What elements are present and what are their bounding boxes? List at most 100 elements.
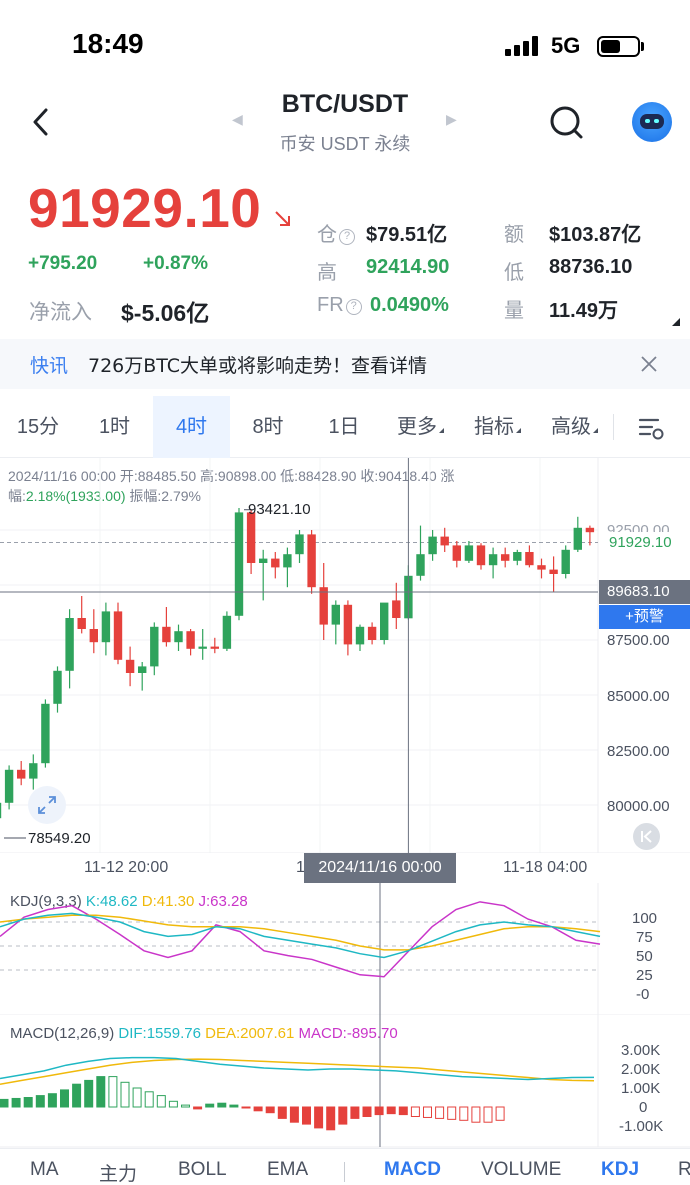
macd-histogram-bar (350, 1106, 360, 1119)
candle-body (561, 549, 570, 574)
candle-body (307, 534, 316, 588)
macd-histogram-bar (289, 1106, 299, 1123)
tab-more[interactable]: 更多 (382, 396, 459, 458)
macd-histogram-bar (471, 1106, 481, 1123)
macd-histogram-bar (168, 1100, 178, 1108)
expand-corner-icon[interactable] (672, 318, 680, 326)
price-change: +795.20 (28, 253, 98, 274)
netflow-value: $-5.06亿 (121, 300, 210, 326)
tab-15m[interactable]: 15分 (0, 396, 76, 458)
macd-histogram-bar (314, 1106, 324, 1129)
candle-body (331, 604, 340, 625)
price-alert-button[interactable]: +预警 (599, 605, 690, 629)
tab-1h[interactable]: 1时 (76, 396, 153, 458)
pair-subtitle: 币安 USDT 永续 (279, 134, 411, 154)
candle-body (113, 611, 123, 660)
tab-separator (344, 1162, 345, 1182)
candle-body (89, 629, 98, 643)
open-interest-label[interactable]: 仓? (317, 218, 357, 247)
tab-advanced[interactable]: 高级 (536, 396, 613, 458)
macd-histogram-bar (35, 1095, 45, 1108)
candle-body (283, 554, 292, 568)
last-price: 91929.10 (28, 177, 262, 239)
macd-histogram-bar (120, 1081, 130, 1108)
volume-value: 11.49万 (549, 300, 618, 322)
indicator-tabs: MA 主力 BOLL EMA MACD VOLUME KDJ R (0, 1148, 690, 1185)
macd-tick-neg1k: -1.00K (619, 1118, 664, 1135)
macd-histogram-bar (483, 1106, 493, 1123)
macd-histogram-bar (181, 1104, 190, 1108)
candle-body (537, 565, 546, 570)
volume-label: 量 (504, 300, 524, 322)
candle-body (222, 615, 232, 649)
candle-body (501, 554, 510, 561)
macd-histogram-bar (205, 1103, 215, 1108)
candle-body (138, 666, 147, 673)
funding-rate-label[interactable]: FR? (317, 294, 364, 317)
candle-body (186, 631, 195, 649)
macd-tick-3k: 3.00K (621, 1042, 661, 1059)
funding-rate-value: 0.0490% (370, 294, 449, 316)
news-text[interactable]: 726万BTC大单或将影响走势！查看详情 (88, 351, 427, 378)
kdj-tick-0: -0 (636, 986, 650, 1003)
help-icon: ? (345, 299, 362, 315)
macd-chart (0, 1015, 690, 1148)
macd-histogram-bar (423, 1106, 432, 1118)
macd-histogram-bar (23, 1097, 33, 1108)
macd-histogram-bar (144, 1091, 154, 1108)
chart-settings-icon[interactable] (637, 414, 665, 442)
macd-histogram-bar (72, 1083, 82, 1108)
search-icon[interactable] (546, 102, 586, 142)
indicator-tab-ema[interactable]: EMA (267, 1159, 308, 1181)
indicator-tab-boll[interactable]: BOLL (178, 1159, 227, 1181)
candle-body (174, 631, 183, 643)
price-change-pct: +0.87% (143, 253, 208, 274)
fullscreen-icon[interactable] (28, 786, 66, 824)
macd-histogram-bar (96, 1076, 106, 1108)
candle-body (452, 545, 461, 561)
candle-body (355, 626, 365, 645)
scroll-to-latest-icon[interactable] (633, 823, 660, 850)
candle-body (295, 534, 304, 555)
candle-body (41, 703, 50, 764)
news-bar[interactable]: 快讯 726万BTC大单或将影响走势！查看详情 (0, 339, 690, 389)
pair-title[interactable]: BTC/USDT (0, 90, 690, 119)
indicator-tab-r[interactable]: R (678, 1159, 690, 1181)
macd-histogram-bar (459, 1106, 469, 1121)
candlestick-chart[interactable] (0, 458, 690, 853)
help-icon: ? (339, 229, 355, 245)
indicator-tab-macd[interactable]: MACD (384, 1159, 441, 1181)
tab-8h[interactable]: 8时 (230, 396, 306, 458)
candle-body (428, 536, 437, 555)
macd-histogram-bar (108, 1076, 118, 1108)
x-label-2: 11-18 04:00 (503, 859, 588, 876)
candle-body (198, 646, 207, 649)
macd-histogram-bar (217, 1102, 227, 1108)
macd-histogram-bar (193, 1106, 203, 1110)
macd-histogram-bar (326, 1106, 336, 1131)
candle-body (513, 552, 522, 561)
candle-body (17, 769, 26, 779)
open-interest-value: $79.51亿 (366, 224, 448, 246)
indicator-tab-volume[interactable]: VOLUME (481, 1159, 561, 1181)
candle-body (585, 527, 595, 533)
tab-indicators[interactable]: 指标 (459, 396, 536, 458)
macd-histogram-bar (241, 1106, 251, 1109)
macd-histogram-bar (338, 1106, 348, 1125)
netflow-label: 净流入 (29, 301, 92, 324)
tab-4h[interactable]: 4时 (153, 396, 230, 458)
battery-tip (641, 42, 644, 51)
network-label: 5G (551, 33, 581, 58)
kdj-tick-75: 75 (636, 929, 653, 946)
candle-body (380, 602, 389, 640)
close-icon[interactable] (636, 351, 662, 377)
candle-body (392, 600, 401, 618)
robot-avatar-icon[interactable] (632, 102, 672, 142)
indicator-tab-kdj[interactable]: KDJ (601, 1159, 639, 1181)
indicator-tab-ma[interactable]: MA (30, 1159, 59, 1181)
status-bar: 18:49 5G (0, 0, 690, 90)
candle-body (367, 626, 377, 640)
news-tag: 快讯 (30, 356, 69, 377)
tab-1d[interactable]: 1日 (306, 396, 382, 458)
indicator-tab-main[interactable]: 主力 (99, 1159, 137, 1185)
